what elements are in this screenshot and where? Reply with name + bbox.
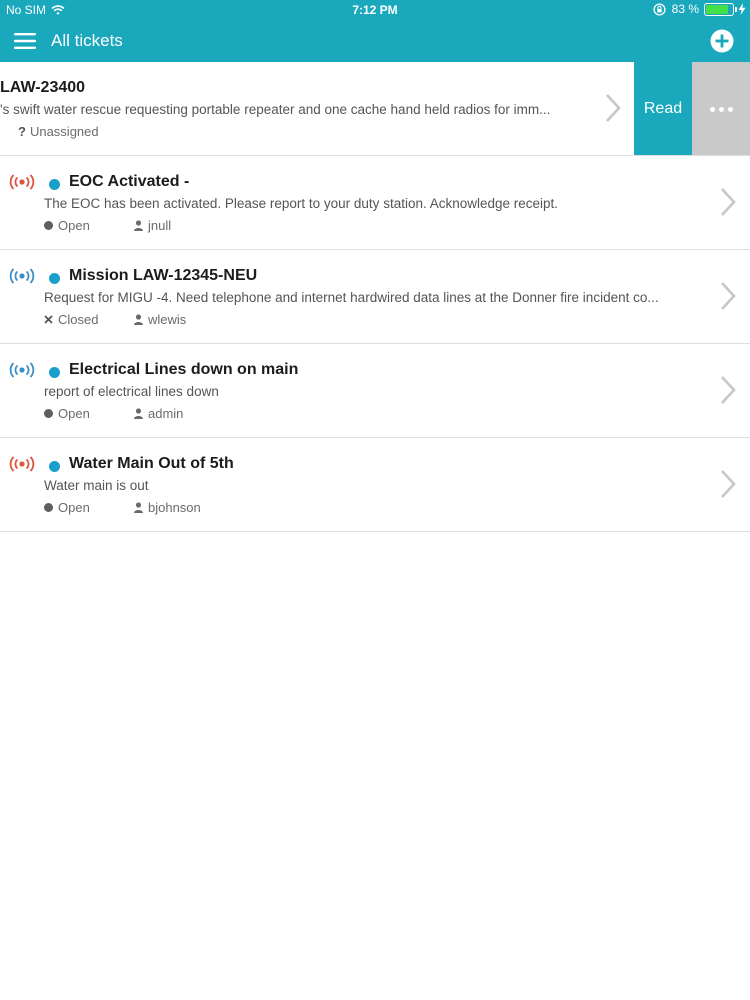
user-icon xyxy=(134,220,143,231)
chevron-right-icon[interactable] xyxy=(720,281,736,311)
ticket-status: Closed xyxy=(44,312,98,327)
chevron-right-icon[interactable] xyxy=(720,375,736,405)
charging-bolt-icon xyxy=(738,3,746,15)
ticket-row[interactable]: Electrical Lines down on main report of … xyxy=(0,344,750,438)
unassigned-question-icon: ? xyxy=(18,124,26,139)
mark-read-button[interactable]: Read xyxy=(634,62,692,155)
battery-fill xyxy=(706,4,728,14)
status-time: 7:12 PM xyxy=(352,3,398,17)
ticket-status: Open xyxy=(44,500,90,515)
unread-indicator xyxy=(49,367,60,378)
ticket-row-content[interactable]: LAW-23400 's swift water rescue requesti… xyxy=(0,62,635,155)
broadcast-alert-icon xyxy=(9,174,35,190)
dot-icon xyxy=(709,106,715,112)
ticket-row-content[interactable]: EOC Activated - The EOC has been activat… xyxy=(0,156,750,249)
ticket-description: Request for MIGU -4. Need telephone and … xyxy=(44,290,659,305)
status-dot-icon xyxy=(44,503,53,512)
assignee-label: bjohnson xyxy=(148,500,201,515)
ticket-title: EOC Activated - xyxy=(69,173,190,190)
more-actions-button[interactable] xyxy=(692,62,750,155)
ticket-assignee: ? Unassigned xyxy=(18,124,99,139)
status-dot-icon xyxy=(44,409,53,418)
broadcast-icon xyxy=(9,268,35,284)
rotation-lock-icon xyxy=(653,2,666,16)
ticket-assignee: admin xyxy=(134,406,183,421)
broadcast-alert-icon xyxy=(9,456,35,472)
ticket-description: report of electrical lines down xyxy=(44,384,219,399)
ticket-assignee: wlewis xyxy=(134,312,186,327)
unread-indicator xyxy=(49,273,60,284)
status-right: 83 % xyxy=(653,2,746,16)
status-label: Open xyxy=(58,406,90,421)
user-icon xyxy=(134,314,143,325)
ticket-description: Water main is out xyxy=(44,478,149,493)
assignee-label: wlewis xyxy=(148,312,187,327)
close-icon xyxy=(44,315,53,324)
dot-icon xyxy=(718,106,724,112)
ticket-assignee: bjohnson xyxy=(134,500,201,515)
assignee-label: Unassigned xyxy=(29,124,99,139)
ticket-title: LAW-23400 xyxy=(0,79,86,96)
dot-icon xyxy=(727,106,733,112)
assignee-label: admin xyxy=(148,406,184,421)
ticket-list: LAW-23400 's swift water rescue requesti… xyxy=(0,62,750,532)
unread-indicator xyxy=(49,461,60,472)
user-icon xyxy=(134,502,143,513)
ticket-status: Open xyxy=(44,406,90,421)
ticket-description: 's swift water rescue requesting portabl… xyxy=(0,102,551,117)
chevron-right-icon[interactable] xyxy=(720,469,736,499)
ticket-row-content[interactable]: Mission LAW-12345-NEU Request for MIGU -… xyxy=(0,250,750,343)
ticket-status: Open xyxy=(44,218,90,233)
ticket-row-content[interactable]: Water Main Out of 5th Water main is out … xyxy=(0,438,750,531)
ticket-row-content[interactable]: Electrical Lines down on main report of … xyxy=(0,344,750,437)
hamburger-icon[interactable] xyxy=(14,31,36,51)
battery-percent: 83 % xyxy=(671,2,699,16)
chevron-right-icon[interactable] xyxy=(605,93,621,123)
unread-indicator xyxy=(49,179,60,190)
nav-bar: All tickets xyxy=(0,20,750,62)
ticket-row[interactable]: EOC Activated - The EOC has been activat… xyxy=(0,156,750,250)
status-dot-icon xyxy=(44,221,53,230)
page-title: All tickets xyxy=(51,31,123,50)
ticket-row[interactable]: Water Main Out of 5th Water main is out … xyxy=(0,438,750,532)
ticket-title: Water Main Out of 5th xyxy=(69,455,234,472)
ticket-row[interactable]: Mission LAW-12345-NEU Request for MIGU -… xyxy=(0,250,750,344)
ticket-title: Electrical Lines down on main xyxy=(69,361,299,378)
status-bar: No SIM 7:12 PM 83 % xyxy=(0,0,750,20)
status-label: Open xyxy=(58,218,90,233)
assignee-label: jnull xyxy=(148,218,172,233)
ticket-assignee: jnull xyxy=(134,218,171,233)
user-icon xyxy=(134,408,143,419)
ticket-row-swiped[interactable]: LAW-23400 's swift water rescue requesti… xyxy=(0,62,750,156)
status-label: Closed xyxy=(58,312,99,327)
broadcast-icon xyxy=(9,362,35,378)
chevron-right-icon[interactable] xyxy=(720,187,736,217)
ticket-description: The EOC has been activated. Please repor… xyxy=(44,196,559,211)
status-label: Open xyxy=(58,500,90,515)
ticket-title: Mission LAW-12345-NEU xyxy=(69,267,258,284)
battery-icon xyxy=(704,2,737,16)
plus-circle-icon[interactable] xyxy=(710,29,734,53)
